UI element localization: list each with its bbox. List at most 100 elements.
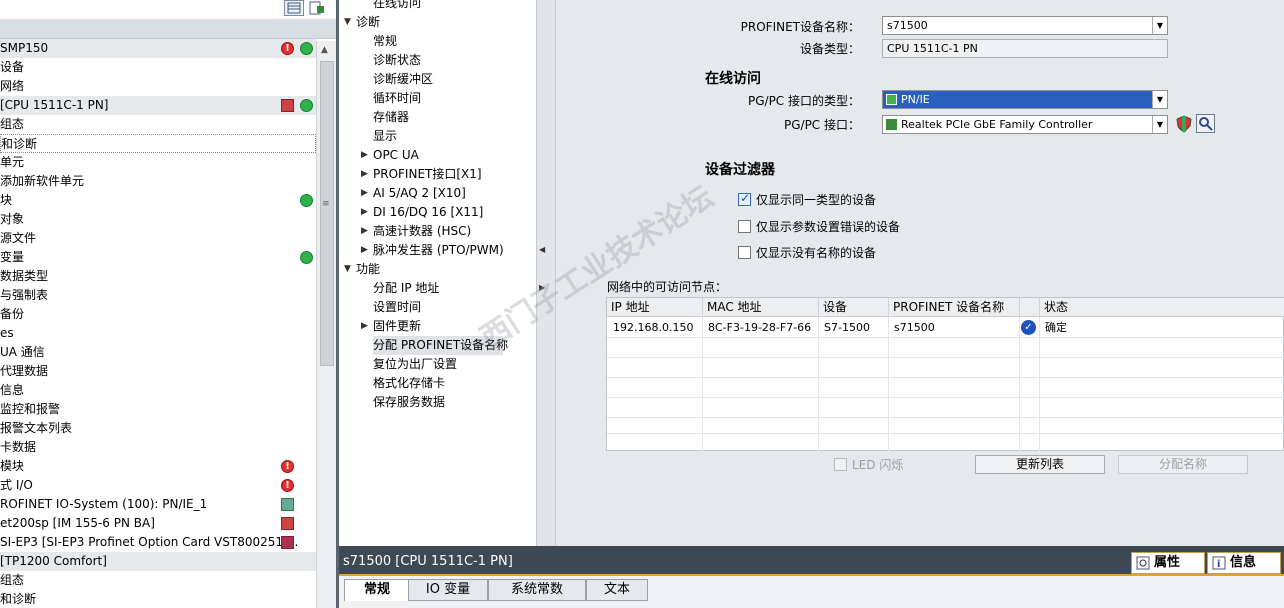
expand-right-icon[interactable]: ▶ <box>361 222 368 241</box>
tab-properties[interactable]: 属性 <box>1131 552 1205 574</box>
tree-item[interactable]: 源文件 <box>0 229 316 248</box>
tree-options-icon[interactable] <box>308 0 326 16</box>
column-status-icon[interactable] <box>1019 298 1039 317</box>
expand-down-icon[interactable]: ▼ <box>344 260 351 279</box>
tree-item[interactable]: [TP1200 Comfort] <box>0 552 316 571</box>
tab-io-tags[interactable]: IO 变量 <box>408 579 488 601</box>
tree-item[interactable]: 备份 <box>0 305 316 324</box>
expand-right-icon[interactable]: ▶ <box>361 317 368 336</box>
table-row[interactable]: 192.168.0.150 8C-F3-19-28-F7-66 S7-1500 … <box>607 318 1284 337</box>
tree-item[interactable]: 组态 <box>0 571 316 590</box>
nav-item[interactable]: 保存服务数据 <box>373 393 445 412</box>
tree-item[interactable]: UA 通信 <box>0 343 316 362</box>
chevron-down-icon[interactable]: ▼ <box>1152 91 1167 108</box>
nav-item[interactable]: 诊断缓冲区 <box>373 70 433 89</box>
assign-name-button[interactable]: 分配名称 <box>1118 455 1248 474</box>
column-mac[interactable]: MAC 地址 <box>702 298 818 317</box>
nav-item[interactable]: ▼ 功能 <box>344 260 380 279</box>
nav-item[interactable]: 分配 IP 地址 <box>373 279 439 298</box>
filter-param-error-checkbox[interactable] <box>738 220 751 233</box>
tree-item[interactable]: SI-EP3 [SI-EP3 Profinet Option Card VST8… <box>0 533 316 552</box>
tree-item[interactable]: 信息 <box>0 381 316 400</box>
tree-item-label: 代理数据 <box>0 364 49 378</box>
column-profinet-name[interactable]: PROFINET 设备名称 <box>888 298 1019 317</box>
tree-item[interactable]: 添加新软件单元 <box>0 172 316 191</box>
nav-item[interactable]: ▶ AI 5/AQ 2 [X10] <box>361 184 466 203</box>
expand-right-icon[interactable]: ▶ <box>361 203 368 222</box>
tree-item[interactable]: 卡数据 <box>0 438 316 457</box>
tree-item[interactable]: 代理数据 <box>0 362 316 381</box>
nic-icon <box>886 119 897 130</box>
tree-item[interactable]: 对象 <box>0 210 316 229</box>
tree-item[interactable]: 和诊断 <box>0 134 316 153</box>
nav-item[interactable]: 显示 <box>373 127 397 146</box>
shield-icon[interactable] <box>1176 115 1192 133</box>
nav-item[interactable]: 常规 <box>373 32 397 51</box>
tree-item[interactable]: SMP150 <box>0 39 316 58</box>
nav-item[interactable]: 循环时间 <box>373 89 421 108</box>
nav-item[interactable]: ▶ 固件更新 <box>361 317 421 336</box>
tree-item[interactable]: 和诊断 <box>0 590 316 608</box>
nav-item[interactable]: ▶ DI 16/DQ 16 [X11] <box>361 203 483 222</box>
scroll-up-icon[interactable]: ▲ <box>321 45 328 55</box>
nav-item[interactable]: 格式化存储卡 <box>373 374 445 393</box>
filter-same-type-checkbox[interactable] <box>738 191 751 206</box>
expand-right-icon[interactable]: ▶ <box>361 241 368 260</box>
tree-item[interactable]: 设备 <box>0 58 316 77</box>
tree-item[interactable]: 变量 <box>0 248 316 267</box>
device-name-dropdown[interactable]: s71500 ▼ <box>882 16 1168 35</box>
table-view-icon[interactable] <box>284 0 304 16</box>
filter-no-name-checkbox[interactable] <box>738 246 751 259</box>
tree-item[interactable]: 报警文本列表 <box>0 419 316 438</box>
chevron-down-icon[interactable]: ▼ <box>1152 116 1167 133</box>
tree-item[interactable]: 块 <box>0 191 316 210</box>
pgpc-interface-dropdown[interactable]: Realtek PCIe GbE Family Controller ▼ <box>882 115 1168 134</box>
pgpc-type-dropdown[interactable]: PN/IE ▼ <box>882 90 1168 109</box>
nav-item[interactable]: ▼ 诊断 <box>344 13 380 32</box>
search-icon[interactable] <box>1196 114 1215 133</box>
tree-item[interactable]: ROFINET IO-System (100): PN/IE_1 <box>0 495 316 514</box>
chevron-down-icon[interactable]: ▼ <box>1152 17 1167 34</box>
led-flash-checkbox[interactable] <box>834 458 847 471</box>
refresh-list-button[interactable]: 更新列表 <box>975 455 1105 474</box>
tree-item[interactable]: 数据类型 <box>0 267 316 286</box>
tree-item[interactable]: 式 I/O <box>0 476 316 495</box>
column-status[interactable]: 状态 <box>1039 298 1284 317</box>
cell-profinet-name: s71500 <box>894 321 935 334</box>
tab-texts[interactable]: 文本 <box>586 579 648 601</box>
tree-item[interactable]: 组态 <box>0 115 316 134</box>
tree-item[interactable]: 与强制表 <box>0 286 316 305</box>
nav-item[interactable]: ▶ 高速计数器 (HSC) <box>361 222 471 241</box>
column-device[interactable]: 设备 <box>818 298 888 317</box>
expand-right-icon[interactable]: ▶ <box>361 146 368 165</box>
tab-system-constants[interactable]: 系统常数 <box>488 579 586 601</box>
collapse-right-icon[interactable]: ▶ <box>539 283 545 292</box>
column-ip[interactable]: IP 地址 <box>607 298 702 317</box>
tree-item[interactable]: 单元 <box>0 153 316 172</box>
tree-scrollbar[interactable]: ▲ ≡ <box>316 41 336 608</box>
nav-item[interactable]: 存储器 <box>373 108 409 127</box>
expand-down-icon[interactable]: ▼ <box>344 13 351 32</box>
filter-no-name-label: 仅显示没有名称的设备 <box>756 246 877 260</box>
expand-right-icon[interactable]: ▶ <box>361 165 368 184</box>
tree-item[interactable]: 监控和报警 <box>0 400 316 419</box>
nav-splitter[interactable]: ◀ ▶ <box>536 0 556 546</box>
scroll-thumb[interactable] <box>320 61 334 366</box>
nav-item[interactable]: 在线访问 <box>373 0 421 13</box>
nav-item[interactable]: 复位为出厂设置 <box>373 355 457 374</box>
nav-item[interactable]: 分配 PROFINET设备名称 <box>373 336 508 355</box>
tab-info[interactable]: i 信息 <box>1207 552 1281 574</box>
collapse-left-icon[interactable]: ◀ <box>539 245 545 254</box>
tree-item[interactable]: es <box>0 324 316 343</box>
nav-item[interactable]: 诊断状态 <box>373 51 421 70</box>
expand-right-icon[interactable]: ▶ <box>361 184 368 203</box>
nav-item[interactable]: ▶ 脉冲发生器 (PTO/PWM) <box>361 241 504 260</box>
nav-item[interactable]: 设置时间 <box>373 298 421 317</box>
nav-item[interactable]: ▶ PROFINET接口[X1] <box>361 165 482 184</box>
nav-item[interactable]: ▶ OPC UA <box>361 146 419 165</box>
tree-item[interactable]: 模块 <box>0 457 316 476</box>
tree-item[interactable]: 网络 <box>0 77 316 96</box>
tab-general[interactable]: 常规 <box>344 579 410 601</box>
tree-item[interactable]: [CPU 1511C-1 PN] <box>0 96 316 115</box>
tree-item[interactable]: et200sp [IM 155-6 PN BA] <box>0 514 316 533</box>
